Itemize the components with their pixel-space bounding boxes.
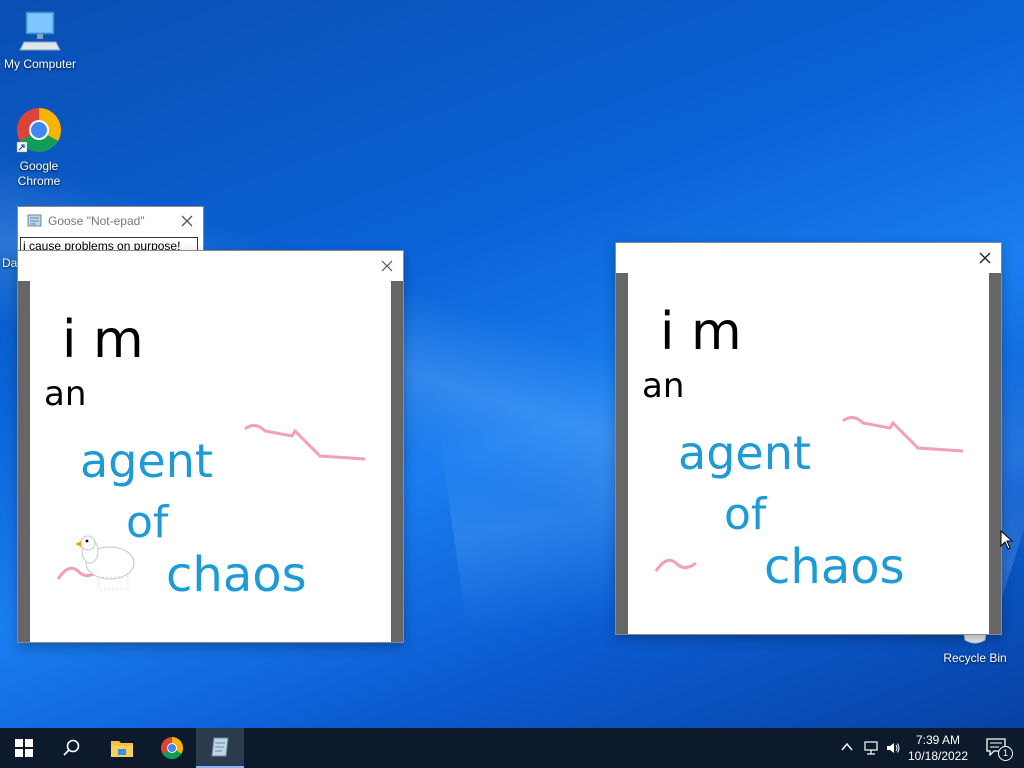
window-border-right <box>989 273 1001 634</box>
window-border-right <box>391 281 403 642</box>
meme-line-5: chaos <box>166 547 307 603</box>
goose-meme-window-left[interactable]: i m an agent of chaos <box>18 251 403 642</box>
start-button[interactable] <box>0 728 48 768</box>
desktop-icon-label: Recycle Bin <box>943 651 1007 665</box>
meme-line-2: an <box>642 366 684 406</box>
meme-line-1: i m <box>62 310 144 370</box>
network-icon[interactable] <box>863 740 879 756</box>
meme-line-3: agent <box>80 434 213 488</box>
chrome-icon <box>16 108 61 153</box>
notepad-icon <box>211 737 229 757</box>
window-border-left <box>616 273 628 634</box>
clock[interactable]: 7:39 AM 10/18/2022 <box>898 732 978 764</box>
meme-line-1: i m <box>660 302 742 362</box>
clock-time: 7:39 AM <box>915 733 961 747</box>
meme-line-3: agent <box>678 426 811 480</box>
meme-canvas: i m an agent of chaos <box>44 310 366 603</box>
folder-icon <box>111 741 133 757</box>
taskbar-chrome[interactable] <box>148 728 196 768</box>
close-icon[interactable] <box>977 250 993 266</box>
taskbar-goose-notepad[interactable] <box>196 728 244 768</box>
computer-icon <box>19 11 61 51</box>
desktop-icon-my-computer[interactable]: My Computer <box>0 8 80 72</box>
desktop-icon-label: Google Chrome <box>17 159 61 188</box>
notification-badge: 1 <box>998 746 1013 761</box>
chrome-icon <box>161 737 183 759</box>
chevron-up-icon[interactable] <box>840 740 854 754</box>
meme-line-4: of <box>724 489 768 540</box>
mouse-cursor-icon <box>1000 530 1014 550</box>
meme-line-5: chaos <box>764 539 905 595</box>
taskbar-file-explorer[interactable] <box>98 728 146 768</box>
meme-line-2: an <box>44 374 86 414</box>
goose-notepad-window[interactable]: Goose "Not-epad" i cause problems on pur… <box>18 207 203 253</box>
meme-line-4: of <box>126 497 170 548</box>
desktop-icon-google-chrome[interactable]: Google Chrome <box>0 106 79 189</box>
goose-meme-window-right[interactable]: i m an agent of chaos <box>616 243 1001 634</box>
taskbar: 7:39 AM 10/18/2022 1 <box>0 728 1024 768</box>
desktop-icon-label-partial[interactable]: Da <box>2 256 17 270</box>
notepad-title: Goose "Not-epad" <box>48 214 145 228</box>
search-icon <box>63 739 80 756</box>
close-icon[interactable] <box>179 213 195 229</box>
notification-center-button[interactable]: 1 <box>986 738 1013 761</box>
notepad-icon <box>27 214 42 227</box>
windows-logo-icon <box>15 739 33 757</box>
search-button[interactable] <box>48 728 96 768</box>
desktop-icon-label: My Computer <box>3 57 77 71</box>
close-icon[interactable] <box>379 258 395 274</box>
clock-date: 10/18/2022 <box>907 749 969 763</box>
window-border-left <box>18 281 30 642</box>
meme-canvas: i m an agent of chaos <box>642 302 964 595</box>
